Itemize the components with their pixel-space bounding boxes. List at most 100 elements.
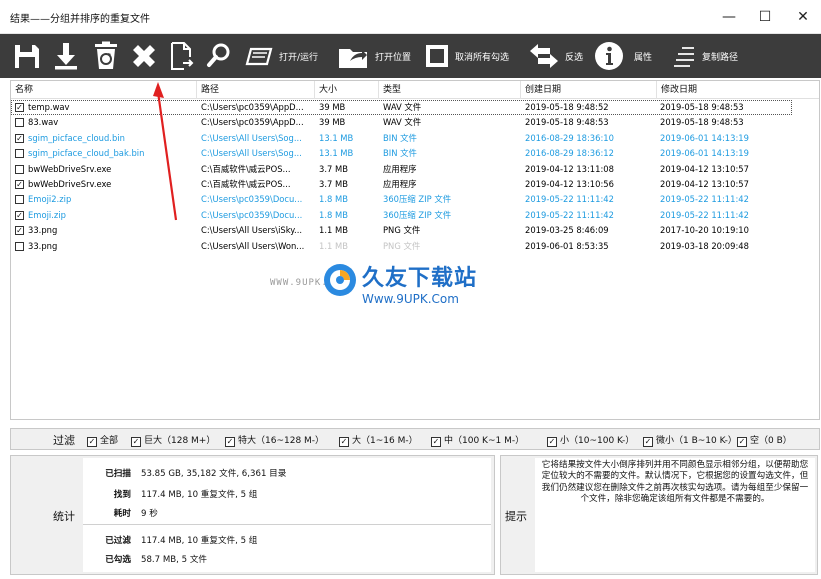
list-item[interactable]: ✓ temp.wav C:\Users\pc0359\AppD... 39 MB WAV… bbox=[11, 100, 792, 116]
cell-path: C:\Users\pc0359\AppD... bbox=[201, 102, 304, 112]
stat-key: 找到 bbox=[113, 490, 131, 500]
stat-value: 9 秒 bbox=[141, 509, 158, 519]
column-header-size[interactable]: 大小 bbox=[315, 81, 379, 99]
cell-created: 2016-08-29 18:36:10 bbox=[525, 132, 614, 143]
open-run-label: 打开/运行 bbox=[279, 52, 319, 63]
cell-modified: 2019-03-18 20:09:48 bbox=[660, 240, 749, 251]
filter-item-label: 空（0 B） bbox=[750, 436, 792, 446]
filter-item[interactable]: ✓ 大（1~16 M-） bbox=[339, 433, 418, 447]
row-checkbox[interactable]: ✓ bbox=[15, 210, 24, 220]
cell-size: 13.1 MB bbox=[319, 132, 354, 143]
filter-checkbox[interactable]: ✓ bbox=[431, 437, 441, 447]
list-item[interactable]: bwWebDriveSrv.exe C:\百威软件\威云POS... 3.7 MB 应… bbox=[11, 162, 819, 177]
filter-item[interactable]: ✓ 特大（16~128 M-） bbox=[225, 433, 324, 447]
stat-key: 已过滤 bbox=[105, 536, 131, 546]
column-header-type[interactable]: 类型 bbox=[379, 81, 521, 99]
cell-size: 1.1 MB bbox=[319, 225, 348, 236]
filter-checkbox[interactable]: ✓ bbox=[87, 437, 97, 447]
filter-item[interactable]: ✓ 中（100 K~1 M-） bbox=[431, 433, 524, 447]
open-run-button[interactable]: 打开/运行 bbox=[244, 34, 318, 78]
filter-checkbox[interactable]: ✓ bbox=[643, 437, 653, 447]
filter-bar: 过滤 ✓ 全部 ✓ 巨大（128 M+） ✓ 特大（16~128 M-） ✓ 大（1~16 M… bbox=[10, 428, 820, 450]
filter-item[interactable]: ✓ 空（0 B） bbox=[737, 433, 792, 447]
save-button[interactable] bbox=[12, 34, 42, 78]
list-item[interactable]: Emoji2.zip C:\Users\pc0359\Docu... 1.8 MB 3… bbox=[11, 192, 819, 207]
cell-path: C:\Users\All Users\Sog... bbox=[201, 132, 302, 143]
invert-arrows-icon bbox=[530, 44, 558, 68]
row-checkbox[interactable]: ✓ bbox=[15, 103, 24, 112]
filter-checkbox[interactable]: ✓ bbox=[131, 437, 141, 447]
filter-label: 过滤 bbox=[53, 434, 75, 447]
filter-item[interactable]: ✓ 微小（1 B~10 K-） bbox=[643, 433, 737, 447]
open-location-button[interactable]: 打开位置 bbox=[336, 34, 411, 78]
annotation-arrow-icon bbox=[153, 82, 178, 221]
filter-checkbox[interactable]: ✓ bbox=[339, 437, 349, 447]
filter-item[interactable]: ✓ 小（10~100 K-） bbox=[547, 433, 634, 447]
invert-selection-label: 反选 bbox=[565, 52, 584, 63]
row-checkbox[interactable]: ✓ bbox=[15, 133, 24, 143]
filter-item-label: 中（100 K~1 M-） bbox=[444, 436, 525, 446]
open-location-icon bbox=[339, 49, 367, 68]
uncheck-all-icon bbox=[426, 45, 448, 67]
row-checkbox[interactable] bbox=[15, 149, 24, 159]
filter-checkbox[interactable]: ✓ bbox=[737, 437, 747, 447]
column-header-path[interactable]: 路径 bbox=[197, 81, 315, 99]
cell-modified: 2019-04-12 13:10:57 bbox=[660, 163, 749, 174]
maximize-button[interactable]: ☐ bbox=[754, 6, 776, 28]
list-item[interactable]: 83.wav C:\Users\pc0359\AppD... 39 MB WAV 文件… bbox=[11, 115, 819, 130]
list-item[interactable]: ✓ Emoji.zip C:\Users\pc0359\Docu... 1.8 MB 3… bbox=[11, 208, 819, 223]
properties-label: 属性 bbox=[634, 52, 653, 63]
stat-value: 58.7 MB, 5 文件 bbox=[141, 555, 208, 565]
open-location-label: 打开位置 bbox=[375, 52, 412, 63]
cell-created: 2019-05-18 9:48:52 bbox=[525, 102, 609, 112]
invert-selection-button[interactable]: 反选 bbox=[528, 34, 583, 78]
cell-modified: 2019-06-01 14:13:19 bbox=[660, 148, 749, 159]
results-list[interactable]: 名称 路径 大小 类型 创建日期 修改日期 ✓ temp.wav C:\Users\… bbox=[10, 80, 820, 420]
search-button[interactable] bbox=[206, 34, 232, 78]
cell-size: 39 MB bbox=[319, 102, 346, 112]
delete-button[interactable] bbox=[130, 34, 158, 78]
list-item[interactable]: ✓ sgim_picface_cloud.bin C:\Users\All User… bbox=[11, 131, 819, 146]
cell-size: 3.7 MB bbox=[319, 178, 348, 189]
row-checkbox[interactable] bbox=[15, 164, 24, 174]
filter-item[interactable]: ✓ 巨大（128 M+） bbox=[131, 433, 215, 447]
list-item[interactable]: 33.png C:\Users\All Users\Won... 1.1 MB PNG… bbox=[11, 239, 819, 254]
open-run-icon bbox=[245, 47, 273, 66]
list-rows: ✓ temp.wav C:\Users\pc0359\AppD... 39 MB WAV… bbox=[11, 100, 819, 254]
uncheck-all-button[interactable]: 取消所有勾选 bbox=[424, 34, 509, 78]
cell-modified: 2019-04-12 13:10:57 bbox=[660, 178, 749, 189]
cell-type: 360压缩 ZIP 文件 bbox=[383, 194, 452, 205]
minimize-button[interactable]: — bbox=[718, 6, 740, 28]
cell-size: 1.8 MB bbox=[319, 194, 348, 205]
close-button[interactable]: ✕ bbox=[792, 6, 814, 28]
list-item[interactable]: sgim_picface_cloud_bak.bin C:\Users\All U… bbox=[11, 146, 819, 161]
row-checkbox[interactable]: ✓ bbox=[15, 226, 24, 236]
row-checkbox[interactable] bbox=[15, 241, 24, 251]
copy-path-button[interactable]: 复制路径 bbox=[672, 34, 738, 78]
cell-size: 3.7 MB bbox=[319, 163, 348, 174]
cell-path: C:\Users\pc0359\Docu... bbox=[201, 194, 303, 205]
cell-created: 2019-05-18 9:48:53 bbox=[525, 117, 609, 128]
list-item[interactable]: ✓ 33.png C:\Users\All Users\iSky... 1.1 MB P… bbox=[11, 223, 819, 238]
column-header-modified[interactable]: 修改日期 bbox=[657, 81, 819, 99]
cell-type: 应用程序 bbox=[383, 163, 417, 174]
column-header-created[interactable]: 创建日期 bbox=[521, 81, 657, 99]
filter-checkbox[interactable]: ✓ bbox=[225, 437, 235, 447]
properties-button[interactable]: 属性 bbox=[594, 34, 652, 78]
row-checkbox[interactable] bbox=[15, 118, 24, 128]
tip-text: 它将结果按文件大小倒序排列并用不同颜色显示相邻分组，以便帮助您定位较大的不需要的… bbox=[541, 460, 809, 505]
recycle-button[interactable] bbox=[92, 34, 120, 78]
list-item[interactable]: ✓ bwWebDriveSrv.exe C:\百威软件\威云POS... 3.7 MB… bbox=[11, 177, 819, 192]
cell-type: WAV 文件 bbox=[383, 102, 422, 112]
export-button[interactable] bbox=[168, 34, 196, 78]
filter-checkbox[interactable]: ✓ bbox=[547, 437, 557, 447]
filter-item[interactable]: ✓ 全部 bbox=[87, 433, 118, 447]
row-checkbox[interactable] bbox=[15, 195, 24, 205]
cell-path: C:\Users\All Users\Won... bbox=[201, 240, 305, 251]
list-header: 名称 路径 大小 类型 创建日期 修改日期 bbox=[11, 81, 819, 99]
stats-panel: 统计 已扫描 53.85 GB, 35,182 文件, 6,361 目录 找到 … bbox=[10, 455, 495, 575]
row-checkbox[interactable]: ✓ bbox=[15, 179, 24, 189]
download-button[interactable] bbox=[52, 34, 80, 78]
copy-path-label: 复制路径 bbox=[702, 52, 739, 63]
filter-item-label: 大（1~16 M-） bbox=[352, 436, 418, 446]
